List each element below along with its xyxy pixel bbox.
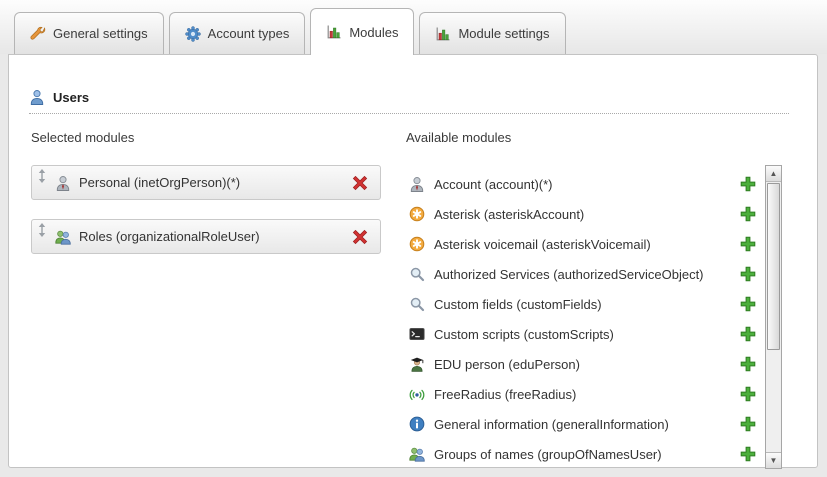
- drag-handle-icon[interactable]: [37, 223, 47, 237]
- group-icon: [409, 446, 425, 462]
- available-modules-list: Account (account)(*) Asterisk (asteriskA…: [406, 169, 756, 469]
- scrollbar-up-button[interactable]: ▲: [766, 166, 781, 182]
- tab-modules[interactable]: Modules: [310, 8, 414, 55]
- available-module-authorized-services: Authorized Services (authorizedServiceOb…: [406, 259, 756, 289]
- available-module-asterisk: Asterisk (asteriskAccount): [406, 199, 756, 229]
- account-type-heading: Users: [29, 89, 789, 114]
- available-module-groups-of-names: Groups of names (groupOfNamesUser): [406, 439, 756, 469]
- add-module-button[interactable]: [740, 326, 756, 342]
- add-module-button[interactable]: [740, 386, 756, 402]
- tab-label: Module settings: [458, 26, 549, 41]
- tab-module-settings[interactable]: Module settings: [419, 12, 565, 54]
- tab-label: General settings: [53, 26, 148, 41]
- tools-icon: [30, 26, 46, 42]
- tab-label: Account types: [208, 26, 290, 41]
- module-label: Personal (inetOrgPerson)(*): [79, 175, 344, 190]
- remove-module-button[interactable]: [352, 175, 368, 191]
- add-module-button[interactable]: [740, 446, 756, 462]
- group-icon: [55, 229, 71, 245]
- antenna-icon: [409, 386, 425, 402]
- selected-modules-heading: Selected modules: [31, 130, 381, 146]
- module-label: Asterisk voicemail (asteriskVoicemail): [434, 237, 731, 252]
- scrollbar-down-button[interactable]: ▼: [766, 452, 781, 468]
- scrollbar-thumb[interactable]: [767, 183, 780, 350]
- modules-chart-icon: [326, 24, 342, 40]
- available-module-custom-scripts: Custom scripts (customScripts): [406, 319, 756, 349]
- magnifier-icon: [409, 296, 425, 312]
- scrollbar[interactable]: ▲ ▼: [765, 165, 782, 469]
- available-module-custom-fields: Custom fields (customFields): [406, 289, 756, 319]
- module-label: Asterisk (asteriskAccount): [434, 207, 731, 222]
- module-label: Custom fields (customFields): [434, 297, 731, 312]
- available-modules-heading: Available modules: [406, 130, 756, 146]
- person-icon: [55, 175, 71, 191]
- add-module-button[interactable]: [740, 296, 756, 312]
- asterisk-icon: [409, 206, 425, 222]
- module-label: Groups of names (groupOfNamesUser): [434, 447, 731, 462]
- person-icon: [409, 176, 425, 192]
- add-module-button[interactable]: [740, 206, 756, 222]
- drag-handle-icon[interactable]: [37, 169, 47, 183]
- available-module-account: Account (account)(*): [406, 169, 756, 199]
- module-label: General information (generalInformation): [434, 417, 731, 432]
- graduate-icon: [409, 356, 425, 372]
- modules-chart-icon: [435, 26, 451, 42]
- module-label: Roles (organizationalRoleUser): [79, 229, 344, 244]
- module-label: Account (account)(*): [434, 177, 731, 192]
- tab-bar: General settings Account types Modules M…: [14, 8, 566, 54]
- badge-icon: [185, 26, 201, 42]
- tab-label: Modules: [349, 25, 398, 40]
- module-label: Authorized Services (authorizedServiceOb…: [434, 267, 731, 282]
- account-type-title: Users: [53, 90, 89, 105]
- module-label: Custom scripts (customScripts): [434, 327, 731, 342]
- available-module-freeradius: FreeRadius (freeRadius): [406, 379, 756, 409]
- available-module-general-information: General information (generalInformation): [406, 409, 756, 439]
- selected-modules-column: Selected modules Personal (inetOrgPerson…: [31, 130, 381, 254]
- available-module-asterisk-voicemail: Asterisk voicemail (asteriskVoicemail): [406, 229, 756, 259]
- tab-account-types[interactable]: Account types: [169, 12, 306, 54]
- user-icon: [29, 89, 45, 105]
- add-module-button[interactable]: [740, 176, 756, 192]
- add-module-button[interactable]: [740, 416, 756, 432]
- info-icon: [409, 416, 425, 432]
- terminal-icon: [409, 326, 425, 342]
- module-label: EDU person (eduPerson): [434, 357, 731, 372]
- asterisk-icon: [409, 236, 425, 252]
- selected-module-personal[interactable]: Personal (inetOrgPerson)(*): [31, 165, 381, 200]
- tab-general-settings[interactable]: General settings: [14, 12, 164, 54]
- add-module-button[interactable]: [740, 266, 756, 282]
- add-module-button[interactable]: [740, 236, 756, 252]
- remove-module-button[interactable]: [352, 229, 368, 245]
- scrollbar-track[interactable]: [766, 182, 781, 452]
- magnifier-icon: [409, 266, 425, 282]
- available-module-edu-person: EDU person (eduPerson): [406, 349, 756, 379]
- selected-module-roles[interactable]: Roles (organizationalRoleUser): [31, 219, 381, 254]
- available-modules-column: Available modules Account (account)(*) A…: [406, 130, 756, 469]
- modules-panel: Users Selected modules Personal (inetOrg…: [8, 54, 818, 468]
- module-label: FreeRadius (freeRadius): [434, 387, 731, 402]
- add-module-button[interactable]: [740, 356, 756, 372]
